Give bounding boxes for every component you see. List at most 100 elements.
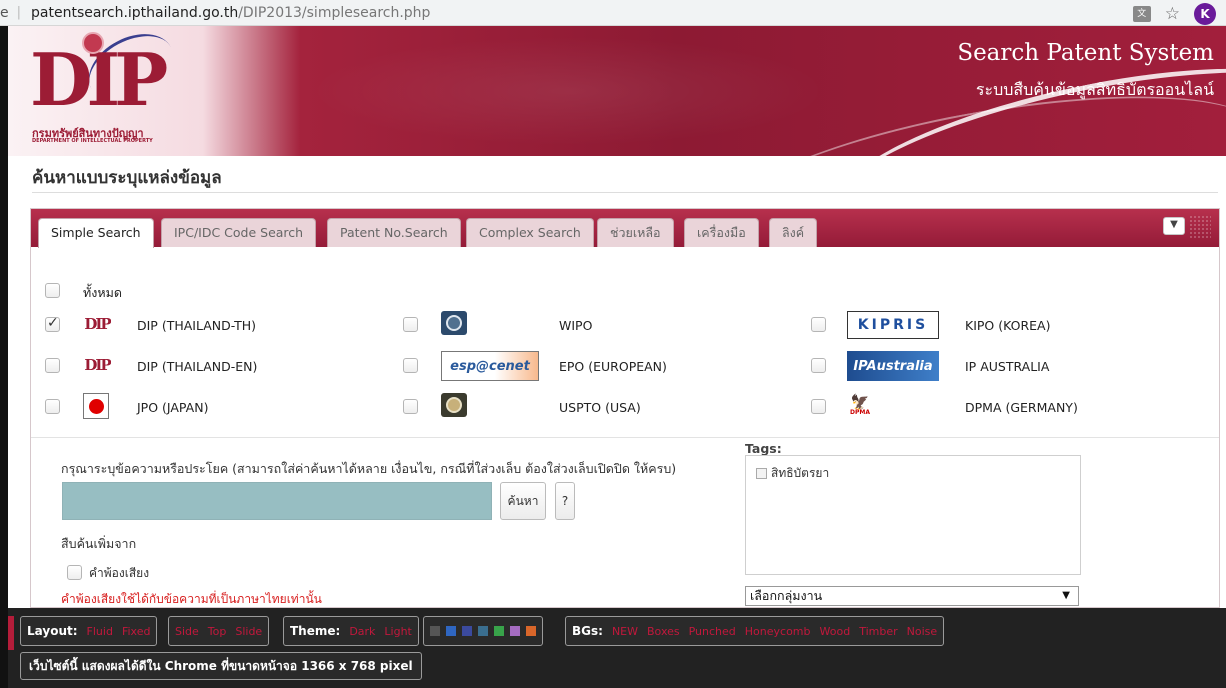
bg-boxes-option[interactable]: Boxes xyxy=(647,625,680,638)
source-checkbox-dpma[interactable] xyxy=(811,399,826,414)
tags-list[interactable]: สิทธิบัตรยา xyxy=(745,455,1081,575)
nav-side-option[interactable]: Side xyxy=(175,625,199,638)
source-checkbox-epo[interactable] xyxy=(403,358,418,373)
wipo-logo-icon xyxy=(441,311,467,335)
url-path[interactable]: /DIP2013/simplesearch.php xyxy=(238,5,430,21)
bg-honeycomb-option[interactable]: Honeycomb xyxy=(745,625,811,638)
color-swatch[interactable] xyxy=(526,626,536,636)
theme-label: Theme: xyxy=(290,624,341,638)
work-group-select[interactable]: เลือกกลุ่มงาน ▼ xyxy=(745,586,1079,606)
bg-timber-option[interactable]: Timber xyxy=(859,625,897,638)
source-checkbox-jpo[interactable] xyxy=(45,399,60,414)
wipo-globe xyxy=(446,315,462,331)
source-checkbox-dip-th[interactable] xyxy=(45,315,60,332)
theme-light-option[interactable]: Light xyxy=(384,625,411,638)
source-label-dpma: DPMA (GERMANY) xyxy=(965,400,1078,415)
theme-dark-option[interactable]: Dark xyxy=(349,625,375,638)
tab-help[interactable]: ช่วยเหลือ xyxy=(597,218,674,247)
select-all-checkbox[interactable] xyxy=(45,283,60,298)
dip-logo[interactable]: DIP กรมทรัพย์สินทางปัญญา DEPARTMENT OF I… xyxy=(30,26,190,150)
source-checkbox-uspto[interactable] xyxy=(403,399,418,414)
translate-icon[interactable]: 文 xyxy=(1132,6,1151,22)
nav-top-option[interactable]: Top xyxy=(208,625,227,638)
tag-item[interactable]: สิทธิบัตรยา xyxy=(756,464,829,483)
color-swatch[interactable] xyxy=(510,626,520,636)
select-all-label: ทั้งหมด xyxy=(83,285,122,300)
source-checkbox-kipo[interactable] xyxy=(811,317,826,332)
tags-title: Tags: xyxy=(745,441,782,456)
espacenet-logo-icon: esp@cenet xyxy=(441,351,539,381)
tab-bar: Simple Search IPC/IDC Code Search Patent… xyxy=(31,209,1219,248)
seal-disc xyxy=(446,397,462,413)
source-checkbox-dip-en[interactable] xyxy=(45,358,60,373)
nav-slide-option[interactable]: Slide xyxy=(235,625,262,638)
extra-search-label: สืบค้นเพิ่มจาก xyxy=(61,536,137,551)
tab-simple-search[interactable]: Simple Search xyxy=(38,218,154,248)
bg-punched-option[interactable]: Punched xyxy=(689,625,736,638)
bg-noise-option[interactable]: Noise xyxy=(907,625,938,638)
profile-avatar[interactable]: K xyxy=(1194,3,1216,25)
homophone-label: คำพ้องเสียง xyxy=(89,566,150,580)
bg-new-option[interactable]: NEW xyxy=(612,625,638,638)
color-swatch[interactable] xyxy=(446,626,456,636)
site-title: Search Patent System xyxy=(957,40,1214,66)
layout-fixed-option[interactable]: Fixed xyxy=(122,625,151,638)
ip-australia-text: IPAustralia xyxy=(853,358,933,374)
grip-handle-icon[interactable] xyxy=(1189,215,1211,239)
nav-position-group: Side Top Slide xyxy=(168,616,270,646)
uspto-seal-icon xyxy=(441,393,467,417)
source-label-wipo: WIPO xyxy=(559,318,593,333)
layout-fluid-option[interactable]: Fluid xyxy=(87,625,113,638)
dip-logo-icon: DIP xyxy=(83,354,111,376)
search-prompt: กรุณาระบุข้อความหรือประโยค (สามารถใส่ค่า… xyxy=(61,461,677,476)
tag-checkbox[interactable] xyxy=(756,468,767,479)
bookmark-star-icon[interactable]: ☆ xyxy=(1165,5,1180,23)
tab-tools[interactable]: เครื่องมือ xyxy=(684,218,759,247)
espacenet-text: esp@cenet xyxy=(450,358,530,374)
divider xyxy=(31,437,1219,438)
color-swatch[interactable] xyxy=(494,626,504,636)
source-label-dip-en: DIP (THAILAND-EN) xyxy=(137,359,258,374)
tab-menu-dropdown-icon[interactable]: ▼ xyxy=(1163,217,1185,235)
search-button[interactable]: ค้นหา xyxy=(500,482,546,520)
page: DIP กรมทรัพย์สินทางปัญญา DEPARTMENT OF I… xyxy=(8,26,1226,688)
search-input[interactable] xyxy=(62,482,492,520)
url-host[interactable]: patentsearch.ipthailand.go.th xyxy=(31,5,238,21)
ip-australia-logo-icon: IPAustralia xyxy=(847,351,939,381)
homophone-checkbox[interactable] xyxy=(67,565,82,580)
search-panel: Simple Search IPC/IDC Code Search Patent… xyxy=(30,208,1220,628)
layout-group: Layout: Fluid Fixed xyxy=(20,616,158,646)
page-title: ค้นหาแบบระบุแหล่งข้อมูล xyxy=(32,168,222,188)
theme-toolbar-overlay: การแสดงผล Layout: Fluid Fixed Side Top S… xyxy=(8,608,1226,688)
homophone-note: คำพ้องเสียงใช้ได้กับข้อความที่เป็นภาษาไท… xyxy=(61,592,322,606)
color-swatch[interactable] xyxy=(430,626,440,636)
url-prefix: e xyxy=(0,4,9,21)
kipris-logo-icon: KIPRIS xyxy=(847,311,939,339)
source-label-jpo: JPO (JAPAN) xyxy=(137,400,209,415)
bgs-label: BGs: xyxy=(572,624,603,638)
flag-red-disc xyxy=(88,398,104,414)
logo-english-name: DEPARTMENT OF INTELLECTUAL PROPERTY xyxy=(32,138,153,144)
world-map-decoration xyxy=(308,36,828,146)
bg-wood-option[interactable]: Wood xyxy=(820,625,851,638)
work-group-select-value: เลือกกลุ่มงาน xyxy=(750,588,823,603)
dpma-text: DPMA xyxy=(850,409,870,416)
color-swatch[interactable] xyxy=(478,626,488,636)
source-checkbox-wipo[interactable] xyxy=(403,317,418,332)
chevron-down-icon: ▼ xyxy=(1062,590,1070,601)
tab-complex-search[interactable]: Complex Search xyxy=(466,218,594,247)
dpma-eagle-icon: 🦅 DPMA xyxy=(847,391,873,421)
help-button[interactable]: ? xyxy=(555,482,575,520)
tab-ipc-idc-code-search[interactable]: IPC/IDC Code Search xyxy=(161,218,317,247)
source-label-uspto: USPTO (USA) xyxy=(559,400,641,415)
color-swatch[interactable] xyxy=(462,626,472,636)
source-label-kipo: KIPO (KOREA) xyxy=(965,318,1051,333)
dip-mini-text: DIP xyxy=(84,315,111,333)
browser-address-bar[interactable]: e | patentsearch.ipthailand.go.th /DIP20… xyxy=(0,0,1226,26)
source-label-epo: EPO (EUROPEAN) xyxy=(559,359,667,374)
tab-links[interactable]: ลิงค์ xyxy=(769,218,818,247)
eagle-glyph: 🦅 xyxy=(850,393,870,411)
source-checkbox-ip-australia[interactable] xyxy=(811,358,826,373)
backgrounds-group: BGs: NEW Boxes Punched Honeycomb Wood Ti… xyxy=(565,616,945,646)
tab-patent-no-search[interactable]: Patent No.Search xyxy=(327,218,461,247)
